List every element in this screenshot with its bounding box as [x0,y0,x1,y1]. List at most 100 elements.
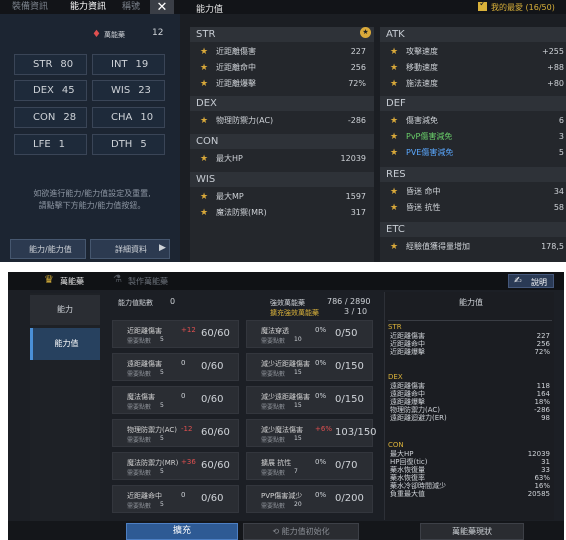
star-icon[interactable]: ★ [200,205,208,221]
elixir-card[interactable]: 擴展 抗性 需要點數 7 0% 0/70 [246,452,373,480]
elixir-card[interactable]: 遠距離傷害 需要點數 5 0 0/60 [112,353,239,381]
star-icon[interactable]: ★ [200,76,208,92]
stat-label: 經驗值獲得量增加 [406,242,470,251]
ability-points-label: 能力值點數 [118,299,153,307]
stat-value: 18% [534,398,550,406]
stat-row: ★ 經驗值獲得量增加 178,5 [386,239,566,255]
help-button[interactable]: ✍ 說明 [508,274,554,288]
reset-stats-button[interactable]: ⟲ 能力值初始化 [243,523,359,540]
elixir-card[interactable]: 魔法傷害 需要點數 5 0 0/60 [112,386,239,414]
ability-button[interactable]: 能力/能力值 [10,239,86,259]
card-pt: 15 [294,402,302,409]
stat-value: +255 [542,47,564,56]
stat-value: 72% [534,348,550,356]
stat-value: 227 [350,47,366,56]
star-icon[interactable]: ★ [390,239,398,255]
card-inc: 0 [181,491,186,499]
section-wis: WIS [190,172,374,187]
section-res: RES [380,167,566,182]
elixir-title: 萬能藥 [104,31,125,39]
stat-row: 遠距離命中 164 [388,390,552,398]
stat-label: 近距離傷害 [390,332,425,340]
stat-value: +88 [547,63,564,72]
card-prog: 0/50 [335,328,358,339]
section-def: DEF [380,96,566,111]
star-icon[interactable]: ★ [390,200,398,216]
star-icon[interactable]: ★ [200,44,208,60]
ability-points-value: 0 [170,297,176,306]
tab-elixir[interactable]: 萬能藥 [60,276,84,287]
stat-row: ★ 魔法防禦(MR) 317 [196,205,368,221]
star-icon[interactable]: ★ [390,60,398,76]
section-etc: ETC [380,222,566,237]
tab-title[interactable]: 稱號 [122,1,140,13]
tab-craft-elixir[interactable]: 製作萬能藥 [128,276,168,287]
elixir-card[interactable]: 減少魔法傷害 需要點數 15 +6% 103/150 [246,419,377,447]
stat-value: -286 [534,406,550,414]
card-inc: 0% [315,392,327,400]
card-sb: 需要點數 [261,503,286,510]
star-icon[interactable]: ★ [390,76,398,92]
card-inc: +6% [315,425,332,433]
stat-row: ★ PvP傷害減免 3 [386,129,566,145]
close-button[interactable]: ✕ [150,0,174,15]
star-icon[interactable]: ★ [360,27,371,38]
stat-label: DEX [33,85,54,96]
star-icon[interactable]: ★ [200,189,208,205]
card-sb: 需要點數 [261,470,286,477]
stat-label: 遠距離迴避力(ER) [390,414,447,422]
stat-row: ★ 物理防禦力(AC) -286 [196,113,368,129]
stat-value: 178,5 [541,242,564,251]
expand-elixir-label: 擴充強效萬能藥 [270,309,319,317]
stat-label: CHA [111,112,133,123]
reset-icon: ⟲ [272,527,282,536]
star-icon[interactable]: ★ [390,129,398,145]
stats-panel-title: 能力值 [459,298,483,307]
elixir-card[interactable]: 魔法防禦力(MR) 需要點數 5 +36 60/60 [112,452,239,480]
stat-row: 近距離命中 256 [388,340,552,348]
divider [388,320,552,321]
elixir-card[interactable]: 減少近距離傷害 需要點數 15 0% 0/150 [246,353,373,381]
elixir-status-button[interactable]: 萬能藥現狀 [420,523,524,540]
stat-value: -286 [347,116,366,125]
sidebar-item-stats[interactable]: 能力值 [30,328,100,360]
details-button[interactable]: 詳細資料 [90,239,170,259]
stat-dth: DTH 5 [92,134,165,155]
arrow-right-icon: ▶ [159,243,166,253]
card-sb: 需要點數 [127,404,152,411]
card-prog: 0/60 [201,493,224,504]
section-header: CON [388,441,404,449]
elixir-card[interactable]: 減少遠距離傷害 需要點數 15 0% 0/150 [246,386,373,414]
star-icon[interactable]: ★ [200,113,208,129]
stat-row: ★ 施法速度 +80 [386,76,566,92]
expand-button[interactable]: 擴充 [126,523,238,540]
card-prog: 60/60 [201,460,230,471]
star-icon[interactable]: ★ [390,184,398,200]
sidebar-item-ability[interactable]: 能力 [30,295,100,325]
stat-row: 遠距離爆擊 18% [388,398,552,406]
card-sb: 需要點數 [127,503,152,510]
elixir-card[interactable]: PVP傷害減少 需要點數 20 0% 0/200 [246,485,373,513]
star-icon[interactable]: ★ [390,44,398,60]
star-icon[interactable]: ★ [200,151,208,167]
tab-ability[interactable]: 能力資訊 [70,1,106,13]
stat-row: 遠距離迴避力(ER) 98 [388,414,552,422]
card-inc: 0% [315,326,327,334]
elixir-card[interactable]: 近距離傷害 需要點數 5 +12 60/60 [112,320,239,348]
card-pt: 5 [160,501,164,508]
stat-label: 遠距離爆擊 [390,398,425,406]
favorite-checkbox[interactable] [478,0,487,11]
elixir-icon: ♦ [92,29,101,40]
stat-label: 遠距離命中 [390,390,425,398]
stat-value: 63% [534,474,550,482]
star-icon[interactable]: ★ [390,145,398,161]
elixir-card[interactable]: 物理防禦力(AC) 需要點數 5 -12 60/60 [112,419,239,447]
tab-equipment[interactable]: 裝備資訊 [12,1,48,13]
star-icon[interactable]: ★ [200,60,208,76]
card-sb: 需要點數 [127,437,152,444]
stat-row: 藥水恢復率 63% [388,474,552,482]
elixir-card[interactable]: 魔法穿透 需要點數 10 0% 0/50 [246,320,373,348]
stat-label: WIS [111,85,131,96]
star-icon[interactable]: ★ [390,113,398,129]
elixir-card[interactable]: 近距離命中 需要點數 5 0 0/60 [112,485,239,513]
